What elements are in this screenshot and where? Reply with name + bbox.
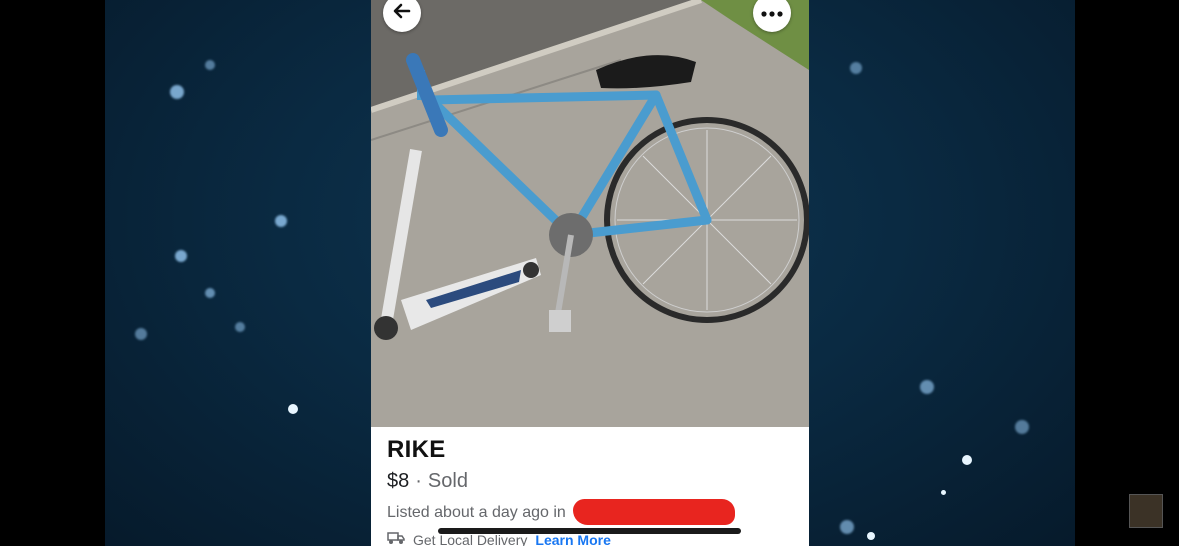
channel-avatar [1129, 494, 1163, 528]
bokeh-dot [850, 62, 862, 74]
listed-time: Listed about a day ago in [387, 499, 797, 525]
listing-photo[interactable] [371, 0, 809, 427]
redacted-location [573, 499, 735, 525]
bokeh-dot [205, 60, 215, 70]
bike-scooter-photo [371, 0, 809, 427]
bokeh-dot [1015, 420, 1029, 434]
bokeh-dot [941, 490, 946, 495]
more-horizontal-icon [761, 4, 783, 22]
listing-title: RIKE [387, 436, 446, 463]
listed-text: Listed about a day ago in [387, 504, 566, 521]
bokeh-dot [235, 322, 245, 332]
marketplace-listing: RIKE $8 · Sold Listed about a day ago in G… [371, 0, 809, 546]
home-indicator[interactable] [438, 528, 741, 534]
bokeh-dot [867, 532, 875, 540]
listing-price: $8 [387, 470, 410, 492]
bokeh-dot [962, 455, 972, 465]
separator-dot: · [415, 470, 422, 492]
bokeh-dot [135, 328, 147, 340]
bokeh-dot [170, 85, 184, 99]
bokeh-dot [288, 404, 298, 414]
delivery-truck-icon [387, 531, 405, 546]
bokeh-dot [205, 288, 215, 298]
bokeh-dot [840, 520, 854, 534]
price-row: $8 · Sold [387, 469, 797, 493]
listing-status: Sold [427, 470, 468, 492]
bokeh-dot [175, 250, 187, 262]
bokeh-dot [275, 215, 287, 227]
bokeh-dot [920, 380, 934, 394]
arrow-left-icon [392, 1, 412, 26]
